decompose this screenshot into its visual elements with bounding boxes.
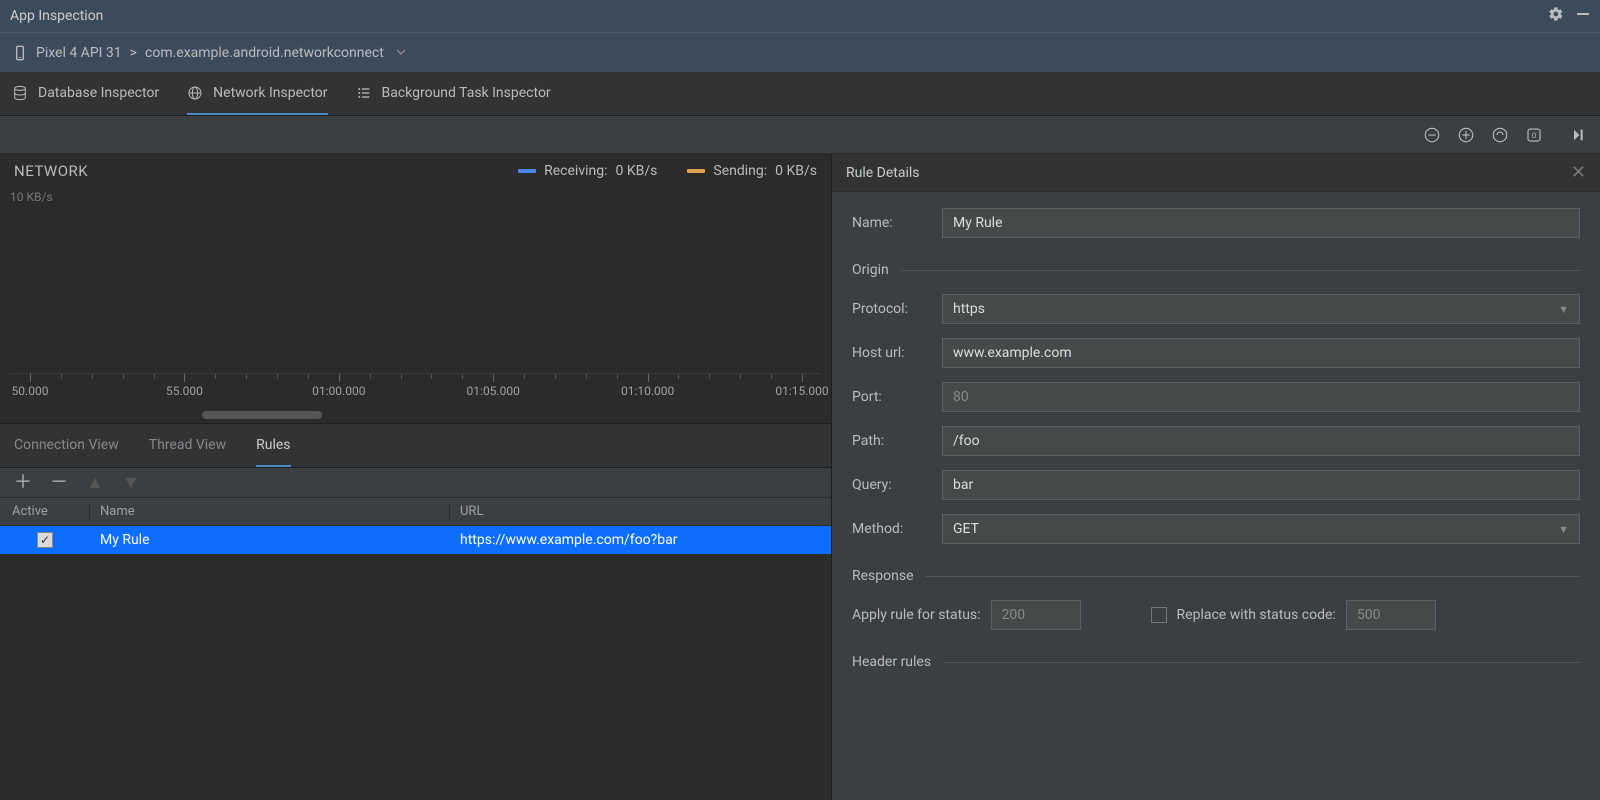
col-header-url[interactable]: URL bbox=[450, 504, 831, 519]
port-input[interactable]: 80 bbox=[942, 382, 1580, 412]
replace-status-input[interactable]: 500 bbox=[1346, 600, 1436, 630]
port-label: Port: bbox=[852, 389, 932, 405]
panel-title: App Inspection bbox=[10, 8, 103, 24]
header-rules-section-label: Header rules bbox=[852, 654, 931, 670]
query-label: Query: bbox=[852, 477, 932, 493]
close-icon[interactable]: ✕ bbox=[1571, 162, 1586, 183]
tab-connection-view[interactable]: Connection View bbox=[14, 424, 119, 467]
response-section-label: Response bbox=[852, 568, 914, 584]
timeline-scrollbar-thumb[interactable] bbox=[202, 411, 322, 419]
remove-rule-button[interactable]: － bbox=[50, 474, 68, 492]
path-label: Path: bbox=[852, 433, 932, 449]
move-down-button[interactable]: ▼ bbox=[122, 474, 140, 492]
cell-name: My Rule bbox=[90, 532, 450, 548]
legend-sending-label: Sending: bbox=[713, 163, 767, 179]
host-label: Host url: bbox=[852, 345, 932, 361]
legend-swatch-receiving bbox=[518, 169, 536, 173]
svg-text:0: 0 bbox=[1532, 131, 1536, 140]
rule-details-title: Rule Details bbox=[846, 165, 920, 181]
divider bbox=[926, 576, 1580, 577]
zoom-out-icon[interactable] bbox=[1422, 125, 1442, 145]
list-icon bbox=[356, 85, 372, 101]
chevron-down-icon bbox=[396, 45, 406, 61]
divider bbox=[901, 270, 1580, 271]
chart-title: NETWORK bbox=[14, 162, 88, 180]
replace-status-label: Replace with status code: bbox=[1177, 607, 1336, 623]
go-to-end-icon[interactable] bbox=[1568, 125, 1588, 145]
reset-zoom-icon[interactable] bbox=[1490, 125, 1510, 145]
chart-y-label: 10 KB/s bbox=[10, 190, 53, 204]
tick-label: 50.000 bbox=[12, 384, 49, 398]
tick-label: 55.000 bbox=[166, 384, 203, 398]
protocol-label: Protocol: bbox=[852, 301, 932, 317]
cell-url: https://www.example.com/foo?bar bbox=[450, 532, 831, 548]
network-chart[interactable]: NETWORK Receiving: 0 KB/s Sending: 0 KB/… bbox=[0, 154, 831, 424]
device-name: Pixel 4 API 31 bbox=[36, 45, 122, 61]
move-up-button[interactable]: ▲ bbox=[86, 474, 104, 492]
gear-icon[interactable] bbox=[1548, 6, 1564, 26]
inspector-toolbar: 0 bbox=[0, 116, 1600, 154]
chart-legend: Receiving: 0 KB/s Sending: 0 KB/s bbox=[518, 163, 817, 179]
divider bbox=[943, 662, 1580, 663]
chevron-down-icon: ▼ bbox=[1558, 303, 1569, 316]
legend-receiving-label: Receiving: bbox=[544, 163, 607, 179]
active-checkbox[interactable]: ✓ bbox=[37, 532, 53, 548]
rules-toolbar: ＋ － ▲ ▼ bbox=[0, 468, 831, 498]
origin-section-label: Origin bbox=[852, 262, 889, 278]
apply-status-input[interactable]: 200 bbox=[991, 600, 1081, 630]
database-icon bbox=[12, 85, 28, 101]
legend-receiving-value: 0 KB/s bbox=[616, 163, 658, 179]
device-selector[interactable]: Pixel 4 API 31 > com.example.android.net… bbox=[0, 32, 1600, 72]
legend-swatch-sending bbox=[687, 169, 705, 173]
apply-status-label: Apply rule for status: bbox=[852, 607, 981, 623]
tab-rules[interactable]: Rules bbox=[256, 424, 290, 467]
col-header-active[interactable]: Active bbox=[0, 504, 90, 519]
tab-label: Network Inspector bbox=[213, 85, 327, 101]
table-row[interactable]: ✓ My Rule https://www.example.com/foo?ba… bbox=[0, 526, 831, 554]
rules-table: Active Name URL ✓ My Rule https://www.ex… bbox=[0, 498, 831, 800]
host-input[interactable]: www.example.com bbox=[942, 338, 1580, 368]
tab-background-task-inspector[interactable]: Background Task Inspector bbox=[356, 72, 551, 115]
zoom-selection-icon[interactable]: 0 bbox=[1524, 125, 1544, 145]
tab-label: Database Inspector bbox=[38, 85, 159, 101]
rule-details-panel: Rule Details ✕ Name: My Rule Origin Prot… bbox=[832, 154, 1600, 800]
tab-database-inspector[interactable]: Database Inspector bbox=[12, 72, 159, 115]
tab-thread-view[interactable]: Thread View bbox=[149, 424, 226, 467]
query-input[interactable]: bar bbox=[942, 470, 1580, 500]
chart-timeline: 50.000 55.000 01:00.000 01:05.000 01:10.000 0… bbox=[0, 373, 831, 423]
name-input[interactable]: My Rule bbox=[942, 208, 1580, 238]
timeline-scrollbar[interactable] bbox=[10, 411, 821, 419]
tab-network-inspector[interactable]: Network Inspector bbox=[187, 72, 327, 115]
method-select[interactable]: GET ▼ bbox=[942, 514, 1580, 544]
chevron-down-icon: ▼ bbox=[1558, 523, 1569, 536]
protocol-select[interactable]: https ▼ bbox=[942, 294, 1580, 324]
tick-label: 01:15.000 bbox=[775, 384, 828, 398]
zoom-in-icon[interactable] bbox=[1456, 125, 1476, 145]
col-header-name[interactable]: Name bbox=[90, 504, 450, 519]
device-icon bbox=[12, 45, 28, 61]
method-label: Method: bbox=[852, 521, 932, 537]
minimize-icon[interactable] bbox=[1576, 7, 1590, 25]
rules-table-header: Active Name URL bbox=[0, 498, 831, 526]
lower-tabs: Connection View Thread View Rules bbox=[0, 424, 831, 468]
legend-sending-value: 0 KB/s bbox=[775, 163, 817, 179]
tick-label: 01:05.000 bbox=[467, 384, 520, 398]
path-input[interactable]: /foo bbox=[942, 426, 1580, 456]
replace-status-checkbox[interactable] bbox=[1151, 607, 1167, 623]
tick-label: 01:10.000 bbox=[621, 384, 674, 398]
process-name: com.example.android.networkconnect bbox=[145, 45, 384, 61]
inspector-tabs: Database Inspector Network Inspector Bac… bbox=[0, 72, 1600, 116]
title-bar: App Inspection bbox=[0, 0, 1600, 32]
tick-label: 01:00.000 bbox=[312, 384, 365, 398]
device-separator: > bbox=[130, 45, 137, 61]
tab-label: Background Task Inspector bbox=[382, 85, 551, 101]
add-rule-button[interactable]: ＋ bbox=[14, 474, 32, 492]
globe-icon bbox=[187, 85, 203, 101]
name-label: Name: bbox=[852, 215, 932, 231]
